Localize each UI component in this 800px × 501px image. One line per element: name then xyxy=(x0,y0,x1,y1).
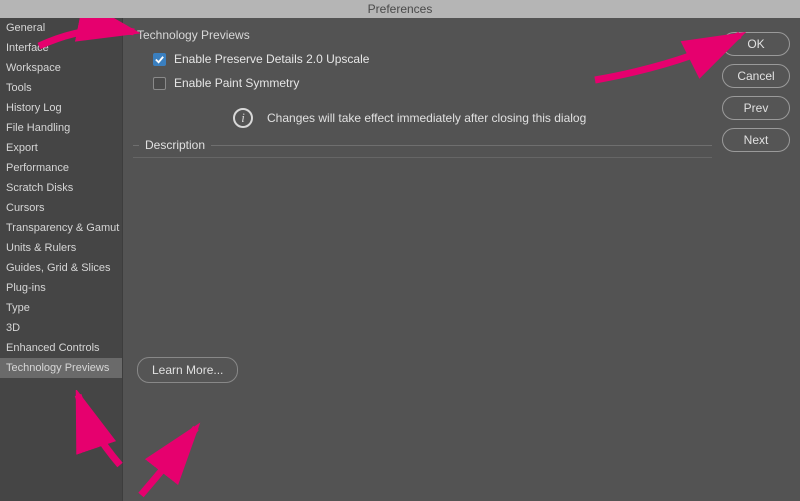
checkbox-icon[interactable] xyxy=(153,77,166,90)
sidebar-item-type[interactable]: Type xyxy=(0,298,122,318)
ok-button[interactable]: OK xyxy=(722,32,790,56)
prev-button[interactable]: Prev xyxy=(722,96,790,120)
sidebar-item-guides-grid-slices[interactable]: Guides, Grid & Slices xyxy=(0,258,122,278)
next-button[interactable]: Next xyxy=(722,128,790,152)
option-preserve-details[interactable]: Enable Preserve Details 2.0 Upscale xyxy=(153,52,712,66)
preferences-panel: Technology Previews Enable Preserve Deta… xyxy=(123,18,722,501)
sidebar-item-enhanced-controls[interactable]: Enhanced Controls xyxy=(0,338,122,358)
preferences-sidebar: GeneralInterfaceWorkspaceToolsHistory Lo… xyxy=(0,18,122,501)
notice-row: i Changes will take effect immediately a… xyxy=(233,108,712,128)
sidebar-item-plug-ins[interactable]: Plug-ins xyxy=(0,278,122,298)
description-box xyxy=(133,157,712,347)
option-paint-symmetry[interactable]: Enable Paint Symmetry xyxy=(153,76,712,90)
notice-text: Changes will take effect immediately aft… xyxy=(267,111,586,125)
sidebar-item-technology-previews[interactable]: Technology Previews xyxy=(0,358,122,378)
sidebar-item-history-log[interactable]: History Log xyxy=(0,98,122,118)
description-group: Description xyxy=(133,152,712,347)
window-title: Preferences xyxy=(368,2,433,16)
sidebar-item-tools[interactable]: Tools xyxy=(0,78,122,98)
sidebar-item-workspace[interactable]: Workspace xyxy=(0,58,122,78)
window-titlebar: Preferences xyxy=(0,0,800,18)
sidebar-item-cursors[interactable]: Cursors xyxy=(0,198,122,218)
sidebar-item-transparency-gamut[interactable]: Transparency & Gamut xyxy=(0,218,122,238)
sidebar-item-3d[interactable]: 3D xyxy=(0,318,122,338)
option-label: Enable Preserve Details 2.0 Upscale xyxy=(174,52,369,66)
sidebar-item-scratch-disks[interactable]: Scratch Disks xyxy=(0,178,122,198)
checkbox-icon[interactable] xyxy=(153,53,166,66)
option-label: Enable Paint Symmetry xyxy=(174,76,299,90)
description-label: Description xyxy=(139,138,211,152)
info-icon: i xyxy=(233,108,253,128)
sidebar-item-export[interactable]: Export xyxy=(0,138,122,158)
sidebar-item-general[interactable]: General xyxy=(0,18,122,38)
cancel-button[interactable]: Cancel xyxy=(722,64,790,88)
sidebar-item-file-handling[interactable]: File Handling xyxy=(0,118,122,138)
sidebar-item-performance[interactable]: Performance xyxy=(0,158,122,178)
sidebar-item-interface[interactable]: Interface xyxy=(0,38,122,58)
panel-title: Technology Previews xyxy=(137,28,712,42)
learn-more-button[interactable]: Learn More... xyxy=(137,357,238,383)
dialog-buttons: OK Cancel Prev Next xyxy=(722,18,800,501)
sidebar-item-units-rulers[interactable]: Units & Rulers xyxy=(0,238,122,258)
